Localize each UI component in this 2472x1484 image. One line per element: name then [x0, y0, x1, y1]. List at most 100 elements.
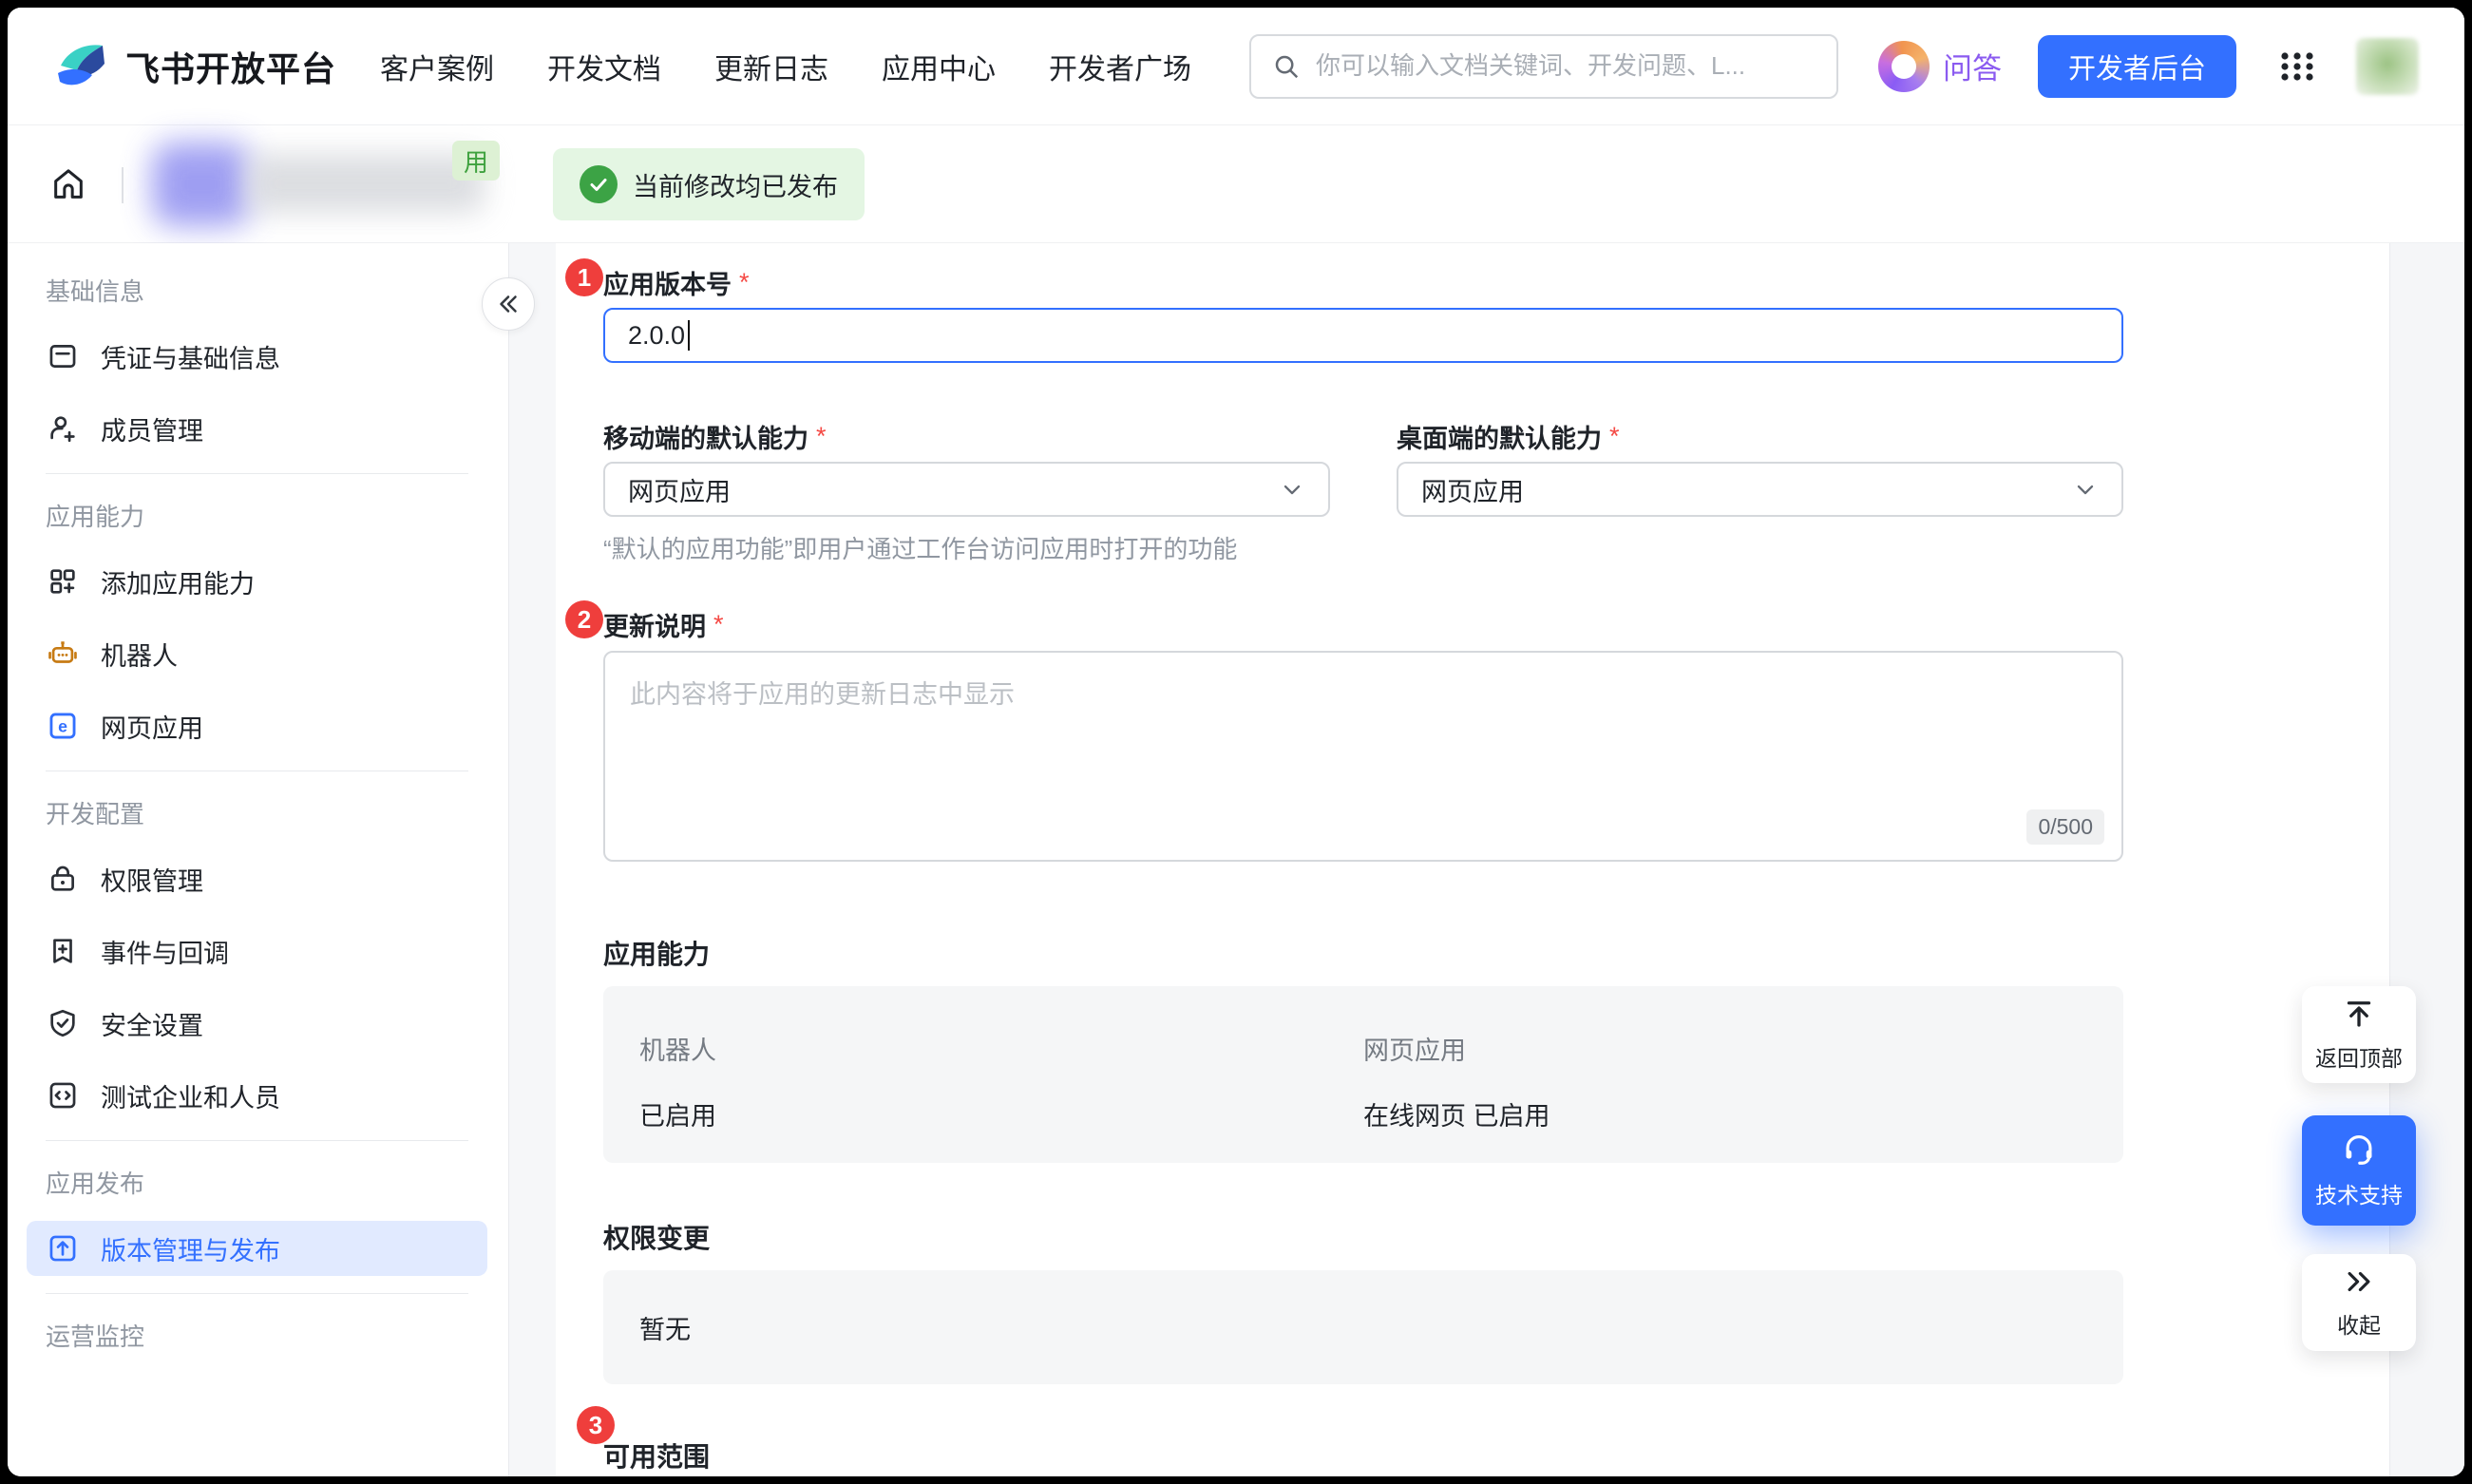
- chevron-down-icon: [2072, 476, 2099, 503]
- sidebar-heading-devconfig: 开发配置: [46, 800, 487, 828]
- user-avatar[interactable]: [2356, 38, 2419, 95]
- sidebar-item-label: 添加应用能力: [101, 563, 255, 600]
- nav-changelog[interactable]: 更新日志: [714, 46, 828, 87]
- sidebar-item-label: 版本管理与发布: [101, 1230, 280, 1267]
- step-badge-2: 2: [565, 600, 603, 638]
- sidebar-item-label: 测试企业和人员: [101, 1077, 280, 1114]
- upload-icon: [46, 1231, 80, 1265]
- collapse-sidebar-button[interactable]: [482, 277, 535, 331]
- desktop-capability-select[interactable]: 网页应用: [1397, 462, 2123, 517]
- mobile-capability-value: 网页应用: [628, 471, 731, 508]
- nav-customer-cases[interactable]: 客户案例: [380, 46, 494, 87]
- required-asterisk: *: [1609, 422, 1620, 451]
- version-input[interactable]: 2.0.0: [603, 308, 2123, 363]
- required-asterisk: *: [713, 610, 724, 639]
- collapse-panel-label: 收起: [2337, 1307, 2381, 1340]
- publish-status-badge: 当前修改均已发布: [553, 148, 865, 220]
- capability-name: 机器人: [639, 1030, 1363, 1067]
- home-icon: [49, 165, 87, 203]
- webapp-e-icon: e: [46, 709, 80, 743]
- chevron-down-icon: [1279, 476, 1305, 503]
- main-content: 1 应用版本号 * 2.0.0 移动端的默认能力 * 网页应: [556, 243, 2389, 1476]
- bookmark-add-icon: [46, 934, 80, 968]
- mobile-capability-select[interactable]: 网页应用: [603, 462, 1330, 517]
- capability-name: 网页应用: [1363, 1030, 2087, 1067]
- apps-grid-icon: [2276, 46, 2318, 87]
- check-circle-icon: [580, 165, 618, 203]
- version-value: 2.0.0: [628, 321, 685, 351]
- brand-name: 飞书开放平台: [125, 42, 336, 91]
- lock-icon: [46, 862, 80, 896]
- svg-text:e: e: [58, 717, 67, 736]
- sidebar-item-version-release[interactable]: 版本管理与发布: [27, 1221, 487, 1276]
- sidebar-item-credentials[interactable]: 凭证与基础信息: [27, 329, 487, 384]
- desktop-capability-value: 网页应用: [1421, 471, 1524, 508]
- capability-status: 在线网页 已启用: [1363, 1095, 2087, 1132]
- qa-label: 问答: [1943, 45, 2002, 87]
- update-note-label: 更新说明: [603, 606, 706, 643]
- app-window: 飞书开放平台 客户案例 开发文档 更新日志 应用中心 开发者广场 问答 开发者后…: [8, 8, 2464, 1476]
- sidebar-heading-capability: 应用能力: [46, 503, 487, 531]
- sidebar-item-webapp[interactable]: e 网页应用: [27, 698, 487, 753]
- sidebar-item-members[interactable]: 成员管理: [27, 401, 487, 456]
- permission-change-card: 暂无: [603, 1270, 2123, 1384]
- collapse-panel-button[interactable]: 收起: [2302, 1254, 2416, 1351]
- sidebar-item-permissions[interactable]: 权限管理: [27, 851, 487, 906]
- search-input[interactable]: [1316, 51, 1816, 81]
- nav-app-center[interactable]: 应用中心: [882, 46, 996, 87]
- sidebar-item-security[interactable]: 安全设置: [27, 996, 487, 1051]
- publish-status-text: 当前修改均已发布: [633, 166, 838, 203]
- tech-support-label: 技术支持: [2315, 1177, 2403, 1209]
- nav-right-cluster: 问答 开发者后台: [1249, 34, 2419, 99]
- developer-console-button[interactable]: 开发者后台: [2038, 35, 2236, 98]
- back-to-top-button[interactable]: 返回顶部: [2302, 986, 2416, 1083]
- sidebar-item-label: 网页应用: [101, 708, 203, 745]
- sidebar-item-add-capability[interactable]: 添加应用能力: [27, 554, 487, 609]
- nav-dev-docs[interactable]: 开发文档: [547, 46, 661, 87]
- sidebar-divider: [46, 1293, 468, 1294]
- tech-support-button[interactable]: 技术支持: [2302, 1115, 2416, 1226]
- scope-heading: 3 可用范围: [603, 1436, 2123, 1474]
- apps-grid-button[interactable]: [2276, 46, 2318, 87]
- step-badge-3: 3: [577, 1406, 615, 1444]
- home-button[interactable]: [49, 165, 87, 206]
- update-note-textarea[interactable]: 此内容将于应用的更新日志中显示 0/500: [603, 651, 2123, 862]
- sidebar-item-events[interactable]: 事件与回调: [27, 923, 487, 979]
- brand[interactable]: 飞书开放平台: [53, 39, 336, 94]
- sidebar-heading-basic: 基础信息: [46, 277, 487, 306]
- qa-ring-icon: [1878, 41, 1930, 92]
- app-name-blurred: [247, 154, 485, 213]
- sidebar-item-label: 安全设置: [101, 1005, 203, 1042]
- code-icon: [46, 1078, 80, 1113]
- app-header-bar: 用 当前修改均已发布: [8, 125, 2464, 243]
- body-row: 基础信息 凭证与基础信息 成员管理 应用能力: [8, 243, 2464, 1476]
- grid-add-icon: [46, 564, 80, 599]
- app-type-tag: 用: [452, 141, 500, 181]
- permission-change-heading: 权限变更: [603, 1218, 2123, 1256]
- sidebar-divider: [46, 1140, 468, 1141]
- sidebar-heading-release: 应用发布: [46, 1170, 487, 1198]
- sidebar-item-label: 权限管理: [101, 861, 203, 898]
- sidebar-item-label: 凭证与基础信息: [101, 338, 280, 375]
- back-to-top-label: 返回顶部: [2315, 1040, 2403, 1073]
- version-form: 1 应用版本号 * 2.0.0 移动端的默认能力 * 网页应: [603, 266, 2123, 1474]
- mobile-capability-label: 移动端的默认能力: [603, 418, 808, 455]
- nav-dev-plaza[interactable]: 开发者广场: [1049, 46, 1191, 87]
- version-label: 应用版本号: [603, 264, 732, 301]
- qa-entry[interactable]: 问答: [1878, 41, 2002, 92]
- search-box[interactable]: [1249, 34, 1838, 99]
- main-nav: 客户案例 开发文档 更新日志 应用中心 开发者广场: [380, 46, 1191, 87]
- desktop-capability-label: 桌面端的默认能力: [1397, 418, 1602, 455]
- capabilities-heading: 应用能力: [603, 934, 2123, 972]
- double-chevron-left-icon: [494, 290, 523, 318]
- capability-status: 已启用: [639, 1095, 1363, 1132]
- sidebar-item-test-org[interactable]: 测试企业和人员: [27, 1068, 487, 1123]
- user-add-icon: [46, 411, 80, 446]
- breadcrumb-divider: [122, 167, 124, 203]
- robot-icon: [46, 637, 80, 671]
- capabilities-card: 机器人 已启用 网页应用 在线网页 已启用: [603, 986, 2123, 1163]
- shield-check-icon: [46, 1006, 80, 1040]
- sidebar-item-label: 成员管理: [101, 410, 203, 447]
- sidebar-item-bot[interactable]: 机器人: [27, 626, 487, 681]
- id-card-icon: [46, 339, 80, 373]
